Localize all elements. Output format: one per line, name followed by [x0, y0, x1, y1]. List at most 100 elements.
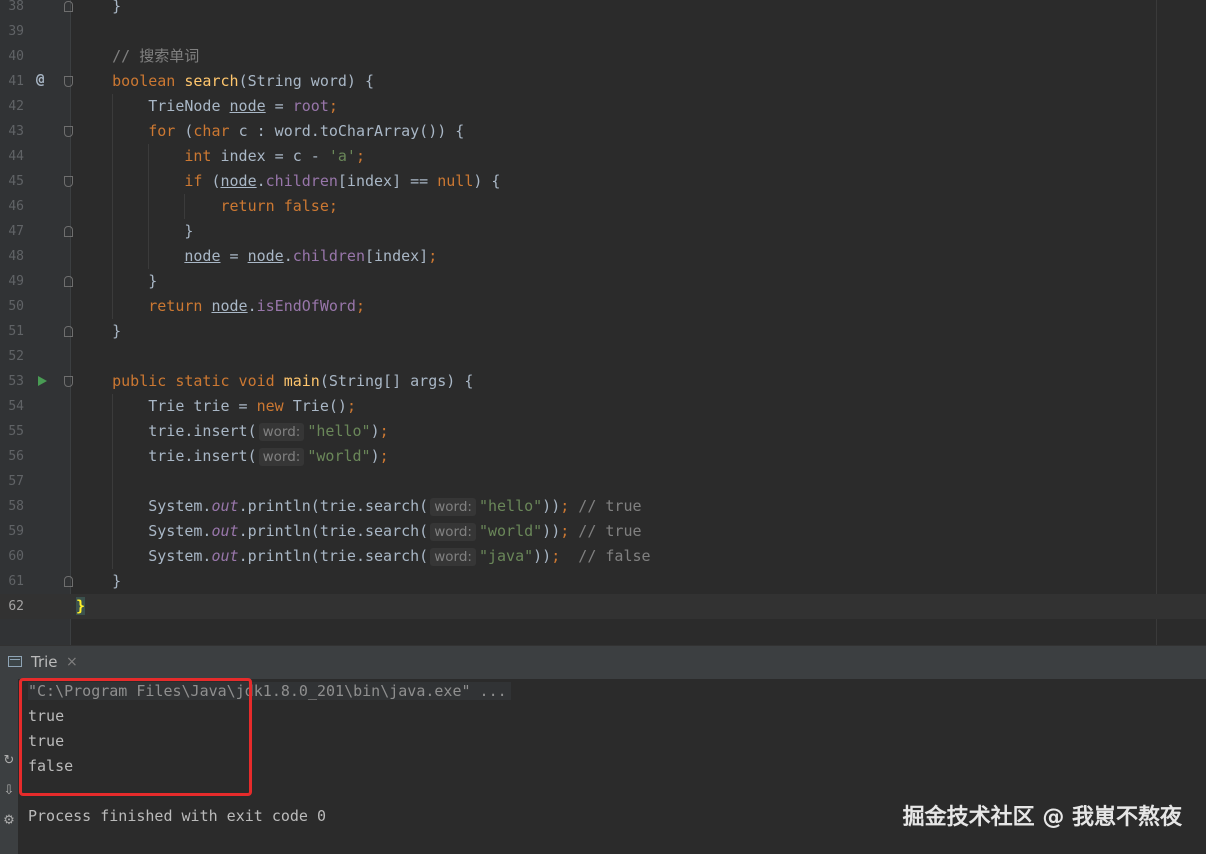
- close-tab-icon[interactable]: ×: [66, 654, 78, 670]
- code-line[interactable]: 61 }: [0, 569, 1206, 594]
- run-panel-header: Trie ×: [0, 645, 1206, 679]
- code-text: }: [76, 219, 193, 244]
- console-exit-message: Process finished with exit code 0: [28, 807, 327, 825]
- code-text: int index = c - 'a';: [76, 144, 365, 169]
- code-token: children: [265, 172, 338, 190]
- code-token: int: [184, 147, 221, 165]
- code-line[interactable]: 58 System.out.println(trie.search(word: "…: [0, 494, 1206, 519]
- code-token: ): [370, 422, 380, 440]
- fold-close-icon[interactable]: [64, 226, 73, 237]
- fold-close-icon[interactable]: [64, 326, 73, 337]
- code-token: char: [193, 122, 239, 140]
- code-editor[interactable]: 38 } 39 40 // 搜索单词 41 boolean search(String…: [0, 0, 1206, 645]
- run-tab-label[interactable]: Trie: [31, 653, 58, 671]
- code-line[interactable]: 42 TrieNode node = root;: [0, 94, 1206, 119]
- code-token: public static void: [112, 372, 284, 390]
- fold-close-icon[interactable]: [64, 1, 73, 12]
- code-token: node: [247, 247, 284, 265]
- code-token: ;: [328, 97, 338, 115]
- line-number: 45: [8, 174, 24, 189]
- code-line[interactable]: 62}: [0, 594, 1206, 619]
- code-line[interactable]: 55 trie.insert(word: "hello");: [0, 419, 1206, 444]
- code-text: Trie trie = new Trie();: [76, 394, 356, 419]
- console-tab-icon: [8, 656, 22, 667]
- code-token: index = c -: [220, 147, 329, 165]
- code-text: return false;: [76, 194, 338, 219]
- code-token: }: [76, 572, 122, 590]
- code-token: out: [211, 522, 239, 540]
- code-token: "hello": [307, 422, 371, 440]
- code-token: "hello": [478, 497, 543, 515]
- line-number: 55: [8, 424, 24, 439]
- code-text: return node.isEndOfWord;: [76, 294, 365, 319]
- override-marker-icon[interactable]: @: [36, 72, 44, 88]
- line-number: 56: [8, 449, 24, 464]
- fold-open-icon[interactable]: [64, 76, 73, 87]
- parameter-hint: word:: [258, 448, 305, 466]
- code-token: return: [148, 297, 212, 315]
- code-line[interactable]: 51 }: [0, 319, 1206, 344]
- code-text: if (node.children[index] == null) {: [76, 169, 500, 194]
- code-token: root: [292, 97, 329, 115]
- code-line[interactable]: 59 System.out.println(trie.search(word: "…: [0, 519, 1206, 544]
- code-token: [index] ==: [337, 172, 438, 190]
- code-line[interactable]: 56 trie.insert(word: "world");: [0, 444, 1206, 469]
- code-token: ;: [355, 297, 365, 315]
- run-main-icon[interactable]: [38, 376, 47, 386]
- code-token: c : word.toCharArray()) {: [238, 122, 465, 140]
- run-tool-window: Trie × ↻ ⇩ ⚙ "C:\Program Files\Java\jdk1…: [0, 645, 1206, 854]
- line-number: 57: [8, 474, 24, 489]
- fold-open-icon[interactable]: [64, 176, 73, 187]
- code-token: ;: [551, 547, 579, 565]
- code-token: search: [184, 72, 239, 90]
- line-number: 61: [8, 574, 24, 589]
- code-line[interactable]: 39: [0, 19, 1206, 44]
- code-token: )): [533, 547, 552, 565]
- code-line[interactable]: 52: [0, 344, 1206, 369]
- code-line[interactable]: 48 node = node.children[index];: [0, 244, 1206, 269]
- fold-open-icon[interactable]: [64, 126, 73, 137]
- parameter-hint: word:: [430, 523, 476, 541]
- code-token: ) {: [473, 172, 501, 190]
- code-line[interactable]: 47 }: [0, 219, 1206, 244]
- code-text: // 搜索单词: [76, 44, 199, 69]
- code-token: "world": [478, 522, 543, 540]
- code-token: .: [283, 247, 293, 265]
- code-text: }: [76, 594, 86, 619]
- code-text: trie.insert(word: "world");: [76, 444, 389, 470]
- scroll-end-icon[interactable]: ⇩: [0, 783, 18, 798]
- code-text: }: [76, 0, 121, 19]
- code-token: System.: [76, 522, 212, 540]
- code-line[interactable]: 49 }: [0, 269, 1206, 294]
- code-line[interactable]: 41 boolean search(String word) {: [0, 69, 1206, 94]
- line-number: 53: [8, 374, 24, 389]
- code-line[interactable]: 54 Trie trie = new Trie();: [0, 394, 1206, 419]
- code-line[interactable]: 50 return node.isEndOfWord;: [0, 294, 1206, 319]
- watermark: 掘金技术社区 @ 我崽不熬夜: [902, 805, 1182, 830]
- code-line[interactable]: 44 int index = c - 'a';: [0, 144, 1206, 169]
- line-number: 50: [8, 299, 24, 314]
- code-token: "world": [307, 447, 371, 465]
- code-line[interactable]: 40 // 搜索单词: [0, 44, 1206, 69]
- fold-close-icon[interactable]: [64, 576, 73, 587]
- code-token: ;: [428, 247, 438, 265]
- code-token: main: [283, 372, 320, 390]
- code-line[interactable]: 43 for (char c : word.toCharArray()) {: [0, 119, 1206, 144]
- code-line[interactable]: 57: [0, 469, 1206, 494]
- code-token: [index]: [365, 247, 429, 265]
- code-line[interactable]: 45 if (node.children[index] == null) {: [0, 169, 1206, 194]
- code-line[interactable]: 60 System.out.println(trie.search(word: "…: [0, 544, 1206, 569]
- indent-guide: [148, 144, 149, 269]
- settings-pin-icon[interactable]: ⚙: [0, 813, 18, 828]
- fold-close-icon[interactable]: [64, 276, 73, 287]
- fold-open-icon[interactable]: [64, 376, 73, 387]
- code-token: // false: [578, 547, 651, 565]
- rerun-icon[interactable]: ↻: [0, 753, 18, 768]
- code-token: node: [229, 97, 266, 115]
- code-token: ;: [379, 422, 389, 440]
- code-line[interactable]: 46 return false;: [0, 194, 1206, 219]
- code-line[interactable]: 38 }: [0, 0, 1206, 19]
- code-line[interactable]: 53 public static void main(String[] args…: [0, 369, 1206, 394]
